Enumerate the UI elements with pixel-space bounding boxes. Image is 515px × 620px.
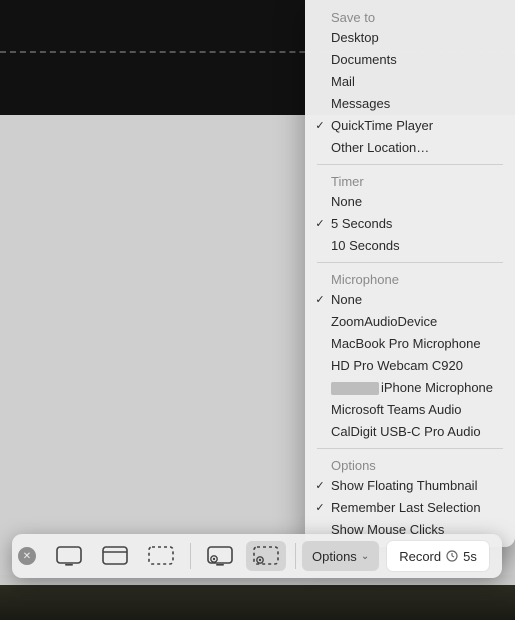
menu-item-label: Desktop (331, 29, 379, 47)
menu-item-label: MacBook Pro Microphone (331, 335, 481, 353)
options-button[interactable]: Options ⌄ (302, 541, 379, 571)
background-photo-strip (0, 585, 515, 620)
menu-item-label: Documents (331, 51, 397, 69)
menu-item-label: 10 Seconds (331, 237, 400, 255)
menu-item-label: 5 Seconds (331, 215, 392, 233)
check-icon: ✓ (313, 499, 327, 517)
menu-item-label: QuickTime Player (331, 117, 433, 135)
options-menu: Save to ✓Desktop ✓Documents ✓Mail ✓Messa… (305, 0, 515, 547)
menu-item-label: Mail (331, 73, 355, 91)
menu-item-messages[interactable]: ✓Messages (305, 93, 515, 115)
window-icon (102, 546, 128, 566)
check-icon: ✓ (313, 117, 327, 135)
menu-item-documents[interactable]: ✓Documents (305, 49, 515, 71)
capture-selection-button[interactable] (141, 541, 181, 571)
menu-header-save-to: Save to (305, 6, 515, 27)
menu-item-label: Show Floating Thumbnail (331, 477, 477, 495)
screenshot-root: Save to ✓Desktop ✓Documents ✓Mail ✓Messa… (0, 0, 515, 620)
toolbar-divider (190, 543, 191, 569)
redacted-text (331, 382, 379, 395)
menu-separator (317, 164, 503, 165)
menu-item-floating-thumbnail[interactable]: ✓Show Floating Thumbnail (305, 475, 515, 497)
selection-icon (148, 546, 174, 566)
options-button-label: Options (312, 549, 357, 564)
menu-item-timer-10s[interactable]: ✓10 Seconds (305, 235, 515, 257)
timer-icon (446, 550, 458, 562)
menu-item-timer-none[interactable]: ✓None (305, 191, 515, 213)
menu-item-mic-none[interactable]: ✓None (305, 289, 515, 311)
menu-item-mail[interactable]: ✓Mail (305, 71, 515, 93)
chevron-down-icon: ⌄ (361, 551, 369, 562)
close-button[interactable]: ✕ (18, 547, 36, 565)
menu-separator (317, 448, 503, 449)
record-button-label: Record (399, 549, 441, 564)
check-icon: ✓ (313, 291, 327, 309)
menu-item-desktop[interactable]: ✓Desktop (305, 27, 515, 49)
menu-item-timer-5s[interactable]: ✓5 Seconds (305, 213, 515, 235)
menu-item-label: Other Location… (331, 139, 429, 157)
check-icon: ✓ (313, 215, 327, 233)
menu-item-label: iPhone Microphone (331, 379, 493, 397)
screenshot-toolbar: ✕ Options ⌄ Record 5s (12, 534, 502, 578)
screen-icon (56, 546, 82, 566)
menu-item-mic-iphone[interactable]: ✓iPhone Microphone (305, 377, 515, 399)
menu-item-other-location[interactable]: ✓Other Location… (305, 137, 515, 159)
menu-item-label: CalDigit USB-C Pro Audio (331, 423, 481, 441)
menu-item-mic-teams[interactable]: ✓Microsoft Teams Audio (305, 399, 515, 421)
menu-item-mic-caldigit[interactable]: ✓CalDigit USB-C Pro Audio (305, 421, 515, 443)
record-entire-screen-button[interactable] (200, 541, 240, 571)
menu-separator (317, 262, 503, 263)
menu-item-label: Microsoft Teams Audio (331, 401, 462, 419)
menu-header-options: Options (305, 454, 515, 475)
close-icon: ✕ (23, 551, 31, 562)
menu-item-remember-selection[interactable]: ✓Remember Last Selection (305, 497, 515, 519)
check-icon: ✓ (313, 477, 327, 495)
menu-header-microphone: Microphone (305, 268, 515, 289)
menu-item-label: Messages (331, 95, 390, 113)
menu-item-label: None (331, 193, 362, 211)
record-selection-button[interactable] (246, 541, 286, 571)
menu-header-timer: Timer (305, 170, 515, 191)
menu-item-label: ZoomAudioDevice (331, 313, 437, 331)
menu-item-mic-macbook[interactable]: ✓MacBook Pro Microphone (305, 333, 515, 355)
record-button[interactable]: Record 5s (387, 541, 489, 571)
menu-item-label: None (331, 291, 362, 309)
capture-window-button[interactable] (95, 541, 135, 571)
menu-item-quicktime[interactable]: ✓QuickTime Player (305, 115, 515, 137)
menu-item-mic-c920[interactable]: ✓HD Pro Webcam C920 (305, 355, 515, 377)
capture-entire-screen-button[interactable] (49, 541, 89, 571)
record-screen-icon (207, 546, 233, 566)
record-timer-value: 5s (463, 549, 477, 564)
menu-item-label: HD Pro Webcam C920 (331, 357, 463, 375)
toolbar-divider (295, 543, 296, 569)
menu-item-mic-zoom[interactable]: ✓ZoomAudioDevice (305, 311, 515, 333)
menu-item-label: Remember Last Selection (331, 499, 481, 517)
record-selection-icon (253, 546, 279, 566)
